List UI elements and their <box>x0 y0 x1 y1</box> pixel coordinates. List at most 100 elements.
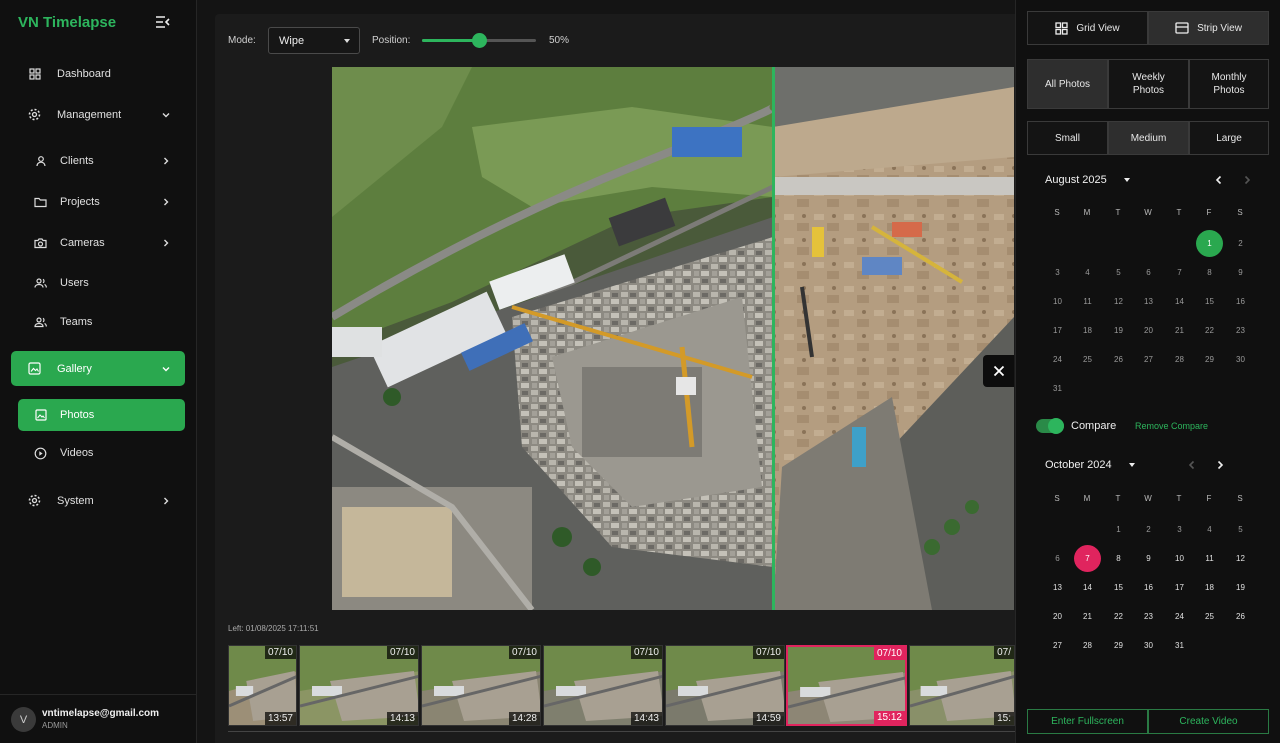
calendar-day[interactable]: 12 <box>1227 545 1254 572</box>
position-slider-handle[interactable] <box>472 33 487 48</box>
calendar-day[interactable]: 3 <box>1166 516 1193 543</box>
calendar-month-title[interactable]: October 2024 <box>1045 459 1112 471</box>
calendar-day[interactable]: 16 <box>1227 288 1254 315</box>
enter-fullscreen-button[interactable]: Enter Fullscreen <box>1027 709 1148 734</box>
calendar-day[interactable]: 8 <box>1105 545 1132 572</box>
calendar-day[interactable]: 14 <box>1166 288 1193 315</box>
calendar-day[interactable]: 2 <box>1135 516 1162 543</box>
calendar-day[interactable]: 17 <box>1166 574 1193 601</box>
compare-viewer[interactable] <box>332 67 1014 610</box>
strip-view-button[interactable]: Strip View <box>1148 11 1269 45</box>
calendar-day[interactable]: 16 <box>1135 574 1162 601</box>
calendar-day[interactable]: 5 <box>1227 516 1254 543</box>
calendar-month-title[interactable]: August 2025 <box>1045 174 1107 186</box>
calendar-day[interactable]: 12 <box>1105 288 1132 315</box>
calendar-day[interactable]: 23 <box>1135 603 1162 630</box>
calendar-day[interactable]: 29 <box>1105 632 1132 659</box>
caret-down-icon[interactable] <box>1129 463 1135 467</box>
calendar-day[interactable]: 19 <box>1105 317 1132 344</box>
calendar-day[interactable]: 22 <box>1105 603 1132 630</box>
calendar-day[interactable]: 20 <box>1044 603 1071 630</box>
size-large-button[interactable]: Large <box>1189 121 1269 155</box>
calendar-day[interactable]: 22 <box>1196 317 1223 344</box>
calendar-day[interactable]: 19 <box>1227 574 1254 601</box>
calendar-day[interactable]: 7 <box>1074 545 1101 572</box>
sidebar-item-projects[interactable]: Projects <box>0 194 196 210</box>
calendar-day[interactable]: 3 <box>1044 259 1071 286</box>
calendar-day[interactable]: 7 <box>1166 259 1193 286</box>
calendar-day[interactable]: 4 <box>1074 259 1101 286</box>
calendar-day[interactable]: 6 <box>1044 545 1071 572</box>
calendar-day[interactable]: 8 <box>1196 259 1223 286</box>
calendar-day[interactable]: 17 <box>1044 317 1071 344</box>
calendar-day[interactable]: 11 <box>1196 545 1223 572</box>
calendar-day[interactable]: 25 <box>1196 603 1223 630</box>
calendar-day[interactable]: 13 <box>1135 288 1162 315</box>
thumbnail[interactable]: 07/15: <box>909 645 1015 726</box>
strip-scrollbar[interactable] <box>228 731 1015 732</box>
close-compare-button[interactable] <box>983 355 1014 387</box>
thumbnail[interactable]: 07/10 14:13 <box>299 645 419 726</box>
sidebar-item-gallery[interactable]: Gallery <box>11 351 185 386</box>
collapse-menu-icon[interactable] <box>155 15 171 29</box>
chevron-left-icon[interactable] <box>1186 459 1198 471</box>
calendar-day[interactable]: 4 <box>1196 516 1223 543</box>
thumbnail[interactable]: 07/10 15:12 <box>786 645 907 726</box>
calendar-day[interactable]: 30 <box>1135 632 1162 659</box>
calendar-day[interactable]: 24 <box>1166 603 1193 630</box>
calendar-day[interactable]: 15 <box>1196 288 1223 315</box>
calendar-day[interactable]: 1 <box>1196 230 1223 257</box>
filter-monthly-photos-button[interactable]: Monthly Photos <box>1189 59 1269 109</box>
sidebar-item-photos[interactable]: Photos <box>18 399 185 431</box>
sidebar-item-users[interactable]: Users <box>0 275 196 291</box>
filter-all-photos-button[interactable]: All Photos <box>1027 59 1108 109</box>
calendar-day[interactable]: 9 <box>1227 259 1254 286</box>
sidebar-item-management[interactable]: Management <box>0 106 196 123</box>
sidebar-item-videos[interactable]: Videos <box>0 445 196 461</box>
calendar-day[interactable]: 26 <box>1227 603 1254 630</box>
chevron-left-icon[interactable] <box>1213 174 1225 186</box>
sidebar-item-system[interactable]: System <box>0 492 196 509</box>
thumbnail[interactable]: 07/10 14:43 <box>543 645 663 726</box>
calendar-day[interactable]: 30 <box>1227 346 1254 373</box>
calendar-day[interactable]: 26 <box>1105 346 1132 373</box>
mode-select[interactable]: Wipe <box>268 27 360 54</box>
create-video-button[interactable]: Create Video <box>1148 709 1269 734</box>
calendar-day[interactable]: 27 <box>1044 632 1071 659</box>
sidebar-item-cameras[interactable]: Cameras <box>0 235 196 251</box>
calendar-day[interactable]: 1 <box>1105 516 1132 543</box>
sidebar-item-dashboard[interactable]: Dashboard <box>0 65 196 82</box>
calendar-day[interactable]: 14 <box>1074 574 1101 601</box>
calendar-day[interactable]: 18 <box>1196 574 1223 601</box>
thumbnail[interactable]: 07/10 14:59 <box>665 645 785 726</box>
filter-weekly-photos-button[interactable]: Weekly Photos <box>1108 59 1189 109</box>
calendar-day[interactable]: 21 <box>1074 603 1101 630</box>
caret-down-icon[interactable] <box>1124 178 1130 182</box>
calendar-day[interactable]: 25 <box>1074 346 1101 373</box>
calendar-day[interactable]: 31 <box>1044 375 1071 402</box>
wipe-divider[interactable] <box>772 67 775 610</box>
calendar-day[interactable]: 15 <box>1105 574 1132 601</box>
size-small-button[interactable]: Small <box>1027 121 1108 155</box>
thumbnail[interactable]: 07/10 14:28 <box>421 645 541 726</box>
calendar-day[interactable]: 18 <box>1074 317 1101 344</box>
calendar-day[interactable]: 20 <box>1135 317 1162 344</box>
calendar-day[interactable]: 29 <box>1196 346 1223 373</box>
calendar-day[interactable]: 28 <box>1166 346 1193 373</box>
size-medium-button[interactable]: Medium <box>1108 121 1189 155</box>
calendar-day[interactable]: 13 <box>1044 574 1071 601</box>
calendar-day[interactable]: 10 <box>1166 545 1193 572</box>
calendar-day[interactable]: 31 <box>1166 632 1193 659</box>
calendar-day[interactable]: 10 <box>1044 288 1071 315</box>
calendar-day[interactable]: 2 <box>1227 230 1254 257</box>
calendar-day[interactable]: 28 <box>1074 632 1101 659</box>
calendar-day[interactable]: 24 <box>1044 346 1071 373</box>
calendar-day[interactable]: 6 <box>1135 259 1162 286</box>
calendar-day[interactable]: 23 <box>1227 317 1254 344</box>
compare-toggle[interactable] <box>1036 418 1064 434</box>
sidebar-item-teams[interactable]: Teams <box>0 314 196 330</box>
calendar-day[interactable]: 9 <box>1135 545 1162 572</box>
calendar-day[interactable]: 5 <box>1105 259 1132 286</box>
calendar-day[interactable]: 27 <box>1135 346 1162 373</box>
calendar-day[interactable]: 21 <box>1166 317 1193 344</box>
